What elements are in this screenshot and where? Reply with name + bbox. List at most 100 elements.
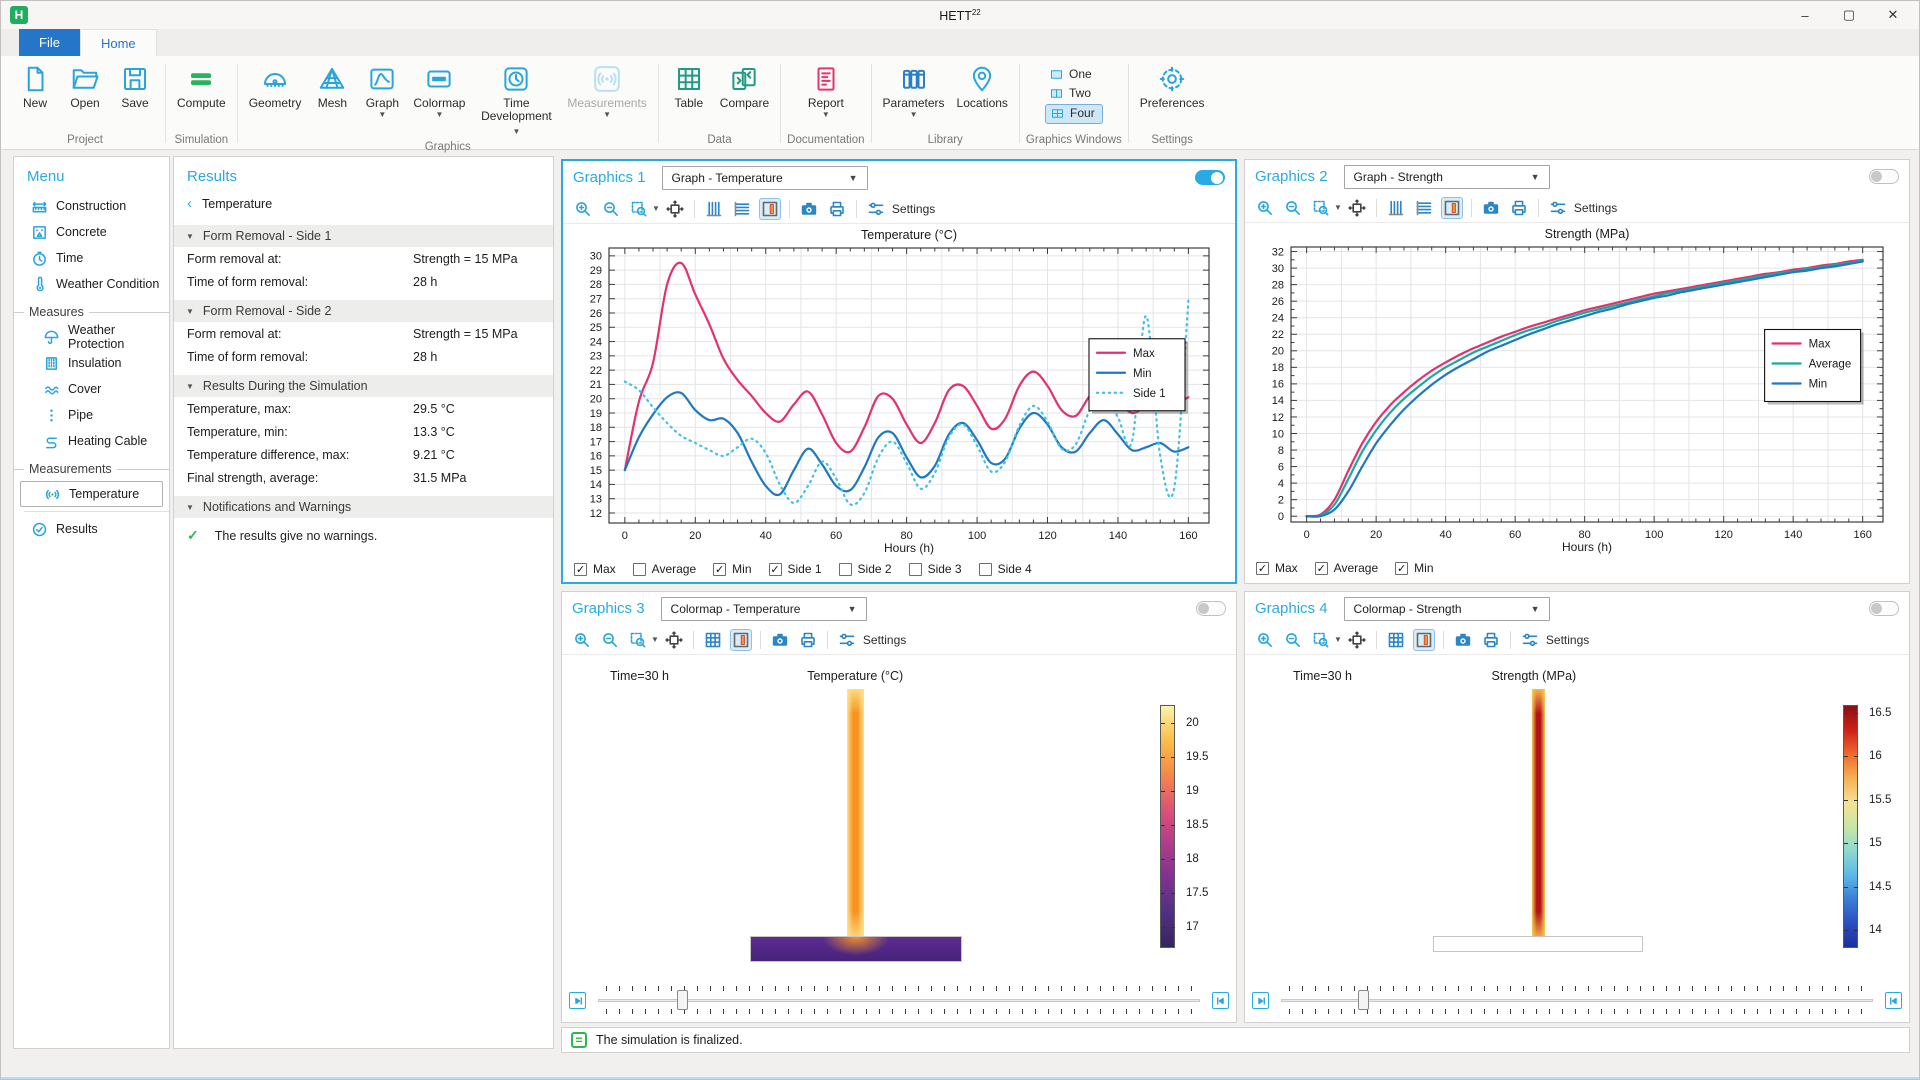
print-icon[interactable] <box>797 629 819 651</box>
dropdown-caret-icon[interactable]: ▼ <box>1334 635 1342 644</box>
compute-button[interactable]: Compute <box>172 58 231 111</box>
mesh-button[interactable]: Mesh <box>308 58 356 111</box>
slider-step-forward-button[interactable] <box>1885 992 1902 1009</box>
parameters-button[interactable]: Parameters▼ <box>878 58 950 120</box>
graph-button[interactable]: Graph▼ <box>358 58 406 120</box>
zoom-out-icon[interactable] <box>600 198 622 220</box>
zoom-out-icon[interactable] <box>599 629 621 651</box>
sidebar-item-results[interactable]: Results <box>14 516 169 542</box>
snapshot-icon[interactable] <box>1480 197 1502 219</box>
series-checkbox-min[interactable]: ✓Min <box>713 562 751 576</box>
report-button[interactable]: Report▼ <box>802 58 850 120</box>
zoom-extents-icon[interactable] <box>663 629 685 651</box>
locations-button[interactable]: Locations <box>952 58 1013 111</box>
series-checkbox-side-3[interactable]: Side 3 <box>909 562 962 576</box>
save-button[interactable]: Save <box>111 58 159 111</box>
zoom-extents-icon[interactable] <box>1346 197 1368 219</box>
grid-x-icon[interactable] <box>1385 197 1407 219</box>
results-section-header-form-removal-side-2[interactable]: ▼Form Removal - Side 2 <box>174 300 553 322</box>
settings-button[interactable]: Settings <box>1519 629 1589 651</box>
settings-button[interactable]: Settings <box>836 629 906 651</box>
zoom-extents-icon[interactable] <box>664 198 686 220</box>
graphics1-toggle[interactable] <box>1195 170 1225 185</box>
sidebar-item-heating-cable[interactable]: Heating Cable <box>14 428 169 454</box>
print-icon[interactable] <box>1480 629 1502 651</box>
series-checkbox-side-2[interactable]: Side 2 <box>839 562 892 576</box>
print-icon[interactable] <box>1508 197 1530 219</box>
sidebar-item-temperature[interactable]: Temperature <box>20 481 163 507</box>
zoom-select-icon[interactable] <box>628 198 650 220</box>
settings-button[interactable]: Settings <box>1547 197 1617 219</box>
slider-handle[interactable] <box>677 990 688 1010</box>
series-checkbox-side-1[interactable]: ✓Side 1 <box>769 562 822 576</box>
slider-track[interactable] <box>598 999 1200 1002</box>
snapshot-icon[interactable] <box>769 629 791 651</box>
maximize-button[interactable]: ▢ <box>1827 1 1871 29</box>
colorbar-icon[interactable] <box>730 629 752 651</box>
series-checkbox-side-4[interactable]: Side 4 <box>979 562 1032 576</box>
time-development-button[interactable]: Time Development ▼ <box>472 58 560 138</box>
slider-step-back-button[interactable] <box>569 992 586 1009</box>
series-checkbox-max[interactable]: ✓Max <box>1256 561 1298 575</box>
results-back-link[interactable]: ‹ Temperature <box>174 191 553 218</box>
dropdown-caret-icon[interactable]: ▼ <box>652 204 660 213</box>
dropdown-caret-icon[interactable]: ▼ <box>1334 203 1342 212</box>
graphics3-toggle[interactable] <box>1196 601 1226 616</box>
settings-button[interactable]: Settings <box>865 198 935 220</box>
slider-step-forward-button[interactable] <box>1212 992 1229 1009</box>
legend-icon[interactable] <box>1441 197 1463 219</box>
close-button[interactable]: ✕ <box>1871 1 1915 29</box>
one-button[interactable]: One <box>1045 66 1099 84</box>
sidebar-item-construction[interactable]: Construction <box>14 193 169 219</box>
print-icon[interactable] <box>826 198 848 220</box>
slider-track[interactable] <box>1281 999 1873 1002</box>
table-button[interactable]: Table <box>665 58 713 111</box>
graphics4-toggle[interactable] <box>1869 601 1899 616</box>
zoom-out-icon[interactable] <box>1282 197 1304 219</box>
snapshot-icon[interactable] <box>798 198 820 220</box>
sidebar-item-insulation[interactable]: Insulation <box>14 350 169 376</box>
results-section-header-notifications-and-warnings[interactable]: ▼Notifications and Warnings <box>174 496 553 518</box>
sidebar-item-time[interactable]: Time <box>14 245 169 271</box>
zoom-in-icon[interactable] <box>1254 197 1276 219</box>
grid-y-icon[interactable] <box>1413 197 1435 219</box>
preferences-button[interactable]: Preferences <box>1135 58 1210 111</box>
zoom-in-icon[interactable] <box>1254 629 1276 651</box>
open-button[interactable]: Open <box>61 58 109 111</box>
sidebar-item-concrete[interactable]: Concrete <box>14 219 169 245</box>
graphics2-toggle[interactable] <box>1869 169 1899 184</box>
sidebar-item-weather-condition[interactable]: Weather Condition <box>14 271 169 297</box>
grid-table-icon[interactable] <box>702 629 724 651</box>
sidebar-item-cover[interactable]: Cover <box>14 376 169 402</box>
series-checkbox-average[interactable]: Average <box>633 562 696 576</box>
grid-y-icon[interactable] <box>731 198 753 220</box>
graphics3-view-dropdown[interactable]: Colormap - Temperature▼ <box>661 597 867 621</box>
tab-home[interactable]: Home <box>80 29 157 56</box>
four-button[interactable]: Four <box>1045 104 1103 124</box>
compare-button[interactable]: Compare <box>715 58 774 111</box>
graphics2-view-dropdown[interactable]: Graph - Strength▼ <box>1344 165 1550 189</box>
colormap-button[interactable]: Colormap▼ <box>408 58 470 120</box>
two-button[interactable]: Two <box>1045 85 1098 103</box>
grid-table-icon[interactable] <box>1385 629 1407 651</box>
zoom-extents-icon[interactable] <box>1346 629 1368 651</box>
new-button[interactable]: New <box>11 58 59 111</box>
snapshot-icon[interactable] <box>1452 629 1474 651</box>
sidebar-item-pipe[interactable]: Pipe <box>14 402 169 428</box>
minimize-button[interactable]: – <box>1783 1 1827 29</box>
slider-step-back-button[interactable] <box>1252 992 1269 1009</box>
zoom-select-icon[interactable] <box>1310 629 1332 651</box>
graphics4-view-dropdown[interactable]: Colormap - Strength▼ <box>1344 597 1550 621</box>
graphics1-view-dropdown[interactable]: Graph - Temperature▼ <box>662 166 868 190</box>
grid-x-icon[interactable] <box>703 198 725 220</box>
geometry-button[interactable]: Geometry <box>244 58 307 111</box>
zoom-in-icon[interactable] <box>572 198 594 220</box>
legend-icon[interactable] <box>759 198 781 220</box>
zoom-select-icon[interactable] <box>627 629 649 651</box>
zoom-out-icon[interactable] <box>1282 629 1304 651</box>
series-checkbox-average[interactable]: ✓Average <box>1315 561 1378 575</box>
series-checkbox-max[interactable]: ✓Max <box>574 562 616 576</box>
dropdown-caret-icon[interactable]: ▼ <box>651 635 659 644</box>
series-checkbox-min[interactable]: ✓Min <box>1395 561 1433 575</box>
results-section-header-form-removal-side-1[interactable]: ▼Form Removal - Side 1 <box>174 225 553 247</box>
